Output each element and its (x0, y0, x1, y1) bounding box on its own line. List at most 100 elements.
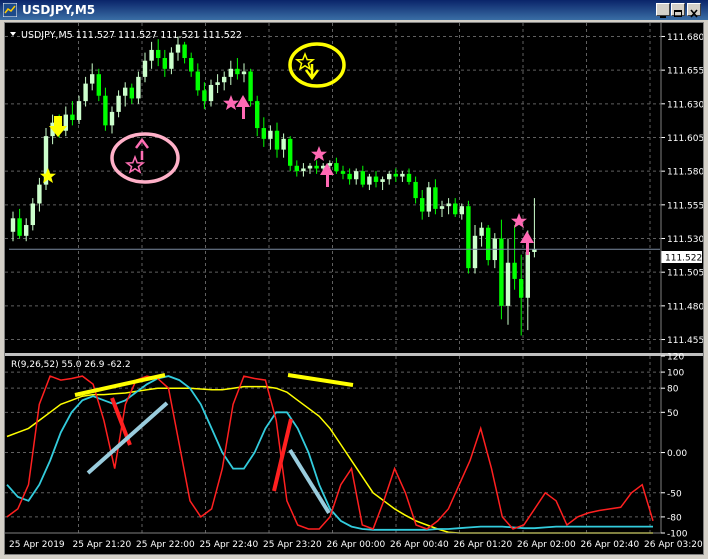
time-tick-label: 26 Apr 02:00 (517, 540, 576, 550)
pink-star-icon-2 (311, 146, 327, 161)
candle-body (340, 171, 346, 174)
indicator-tick-label: 50 (667, 409, 679, 419)
candle-body (169, 52, 174, 69)
candle-body (294, 165, 299, 172)
price-grid (5, 23, 661, 353)
price-tick-label: 111.605 (667, 134, 703, 144)
panel-separator[interactable] (5, 353, 703, 356)
panel-menu-triangle-icon[interactable] (10, 32, 16, 36)
yellow-star-outline-icon (294, 51, 316, 71)
price-tick-label: 111.530 (667, 235, 703, 245)
pink-star-icon (223, 95, 239, 110)
candle-body (519, 278, 524, 298)
candle-body (268, 130, 273, 139)
indicator-axis: 120 100 80 50 0.00 -50 -80 -100 (661, 353, 688, 540)
candle-body (499, 238, 504, 306)
indicator-panel[interactable]: R(9,26,52) 55.0 26.9 -62.2 120 100 80 50 0.0… (5, 353, 688, 540)
lightblue-trend-line-2 (288, 448, 331, 515)
candle-body (281, 138, 286, 150)
candle-body (301, 168, 306, 172)
candle-body (228, 68, 233, 77)
yellow-down-arrow-outline-icon (305, 64, 319, 81)
candle-body (387, 173, 392, 180)
candle-body (334, 163, 339, 172)
candle-body (393, 173, 398, 177)
candle-body (248, 71, 253, 102)
candle-body (307, 165, 313, 169)
candle-body (413, 181, 418, 199)
minimize-icon (660, 16, 666, 18)
close-button[interactable] (687, 3, 701, 18)
candle-body (420, 198, 425, 212)
candle-body (288, 138, 293, 166)
indicator-tick-label: 120 (667, 353, 684, 363)
candle-body (472, 235, 478, 269)
indicator-tick-label: -80 (667, 513, 682, 523)
pink-star-icon-3 (511, 213, 527, 228)
candle-body (103, 95, 108, 126)
candle-body (255, 101, 260, 129)
candle-body (380, 179, 385, 182)
candle-body (83, 83, 88, 102)
candle-body (123, 87, 128, 96)
candle-body (367, 176, 372, 185)
price-tick-label: 111.455 (667, 336, 703, 346)
candle-body (400, 173, 405, 177)
time-tick-label: 25 Apr 23:20 (263, 540, 322, 550)
chart-app-icon (3, 3, 17, 17)
time-tick-label: 26 Apr 00:40 (390, 540, 449, 550)
candle-body (512, 262, 517, 279)
candle-body (208, 84, 214, 102)
candle-body (149, 49, 154, 61)
candle-body (354, 171, 359, 180)
candle-body (156, 49, 161, 59)
price-tick-label: 111.580 (667, 168, 703, 178)
current-price-label: 111.522 (665, 254, 702, 264)
candle-body (76, 101, 82, 120)
candle-body (314, 165, 319, 169)
time-tick-label: 25 Apr 22:40 (200, 540, 259, 550)
time-tick-label: 26 Apr 01:20 (454, 540, 513, 550)
window-titlebar: USDJPY,M5 (0, 0, 708, 20)
restore-button[interactable] (671, 3, 685, 17)
candle-body (222, 76, 227, 83)
candle-body (129, 87, 134, 99)
candle-body (189, 58, 194, 72)
pink-circle-highlight (110, 132, 180, 184)
chart-canvas[interactable]: USDJPY,M5 111.527 111.527 111.521 111.52… (5, 23, 703, 554)
candle-body (479, 227, 484, 236)
minimize-button[interactable] (656, 3, 670, 18)
red-trend-line-2 (272, 418, 293, 492)
current-price-badge: 111.522 (661, 251, 702, 264)
time-tick-label: 25 Apr 2019 (9, 540, 65, 550)
candle-body (241, 71, 247, 75)
candle-body (37, 184, 42, 204)
price-tick-label: 111.630 (667, 100, 703, 110)
time-tick-label: 25 Apr 21:20 (73, 540, 132, 550)
chart-window[interactable]: USDJPY,M5 111.527 111.527 111.521 111.52… (4, 22, 704, 555)
candle-body (215, 82, 220, 85)
candle-body (182, 44, 187, 59)
price-tick-label: 111.505 (667, 269, 703, 279)
close-icon (690, 9, 698, 18)
candle-body (347, 173, 352, 180)
time-axis: 25 Apr 2019 25 Apr 21:20 25 Apr 22:00 25 Ap… (9, 540, 703, 550)
candle-body (235, 68, 240, 75)
candle-body (142, 60, 148, 77)
price-panel[interactable]: USDJPY,M5 111.527 111.527 111.521 111.52… (5, 23, 703, 353)
time-tick-label: 25 Apr 22:00 (136, 540, 195, 550)
candle-body (195, 71, 200, 91)
candle-body (433, 187, 438, 209)
candle-body (116, 95, 121, 112)
candle-body (162, 58, 167, 69)
candle-body (202, 90, 207, 102)
candle-body (10, 218, 16, 232)
candle-body (373, 176, 379, 182)
candle-body (175, 44, 181, 53)
candle-body (261, 128, 266, 139)
price-tick-label: 111.655 (667, 67, 703, 77)
indicator-panel-header: R(9,26,52) 55.0 26.9 -62.2 (11, 360, 131, 370)
candle-body (505, 262, 511, 306)
yellow-circle-highlight (288, 42, 346, 88)
indicator-tick-label: 100 (667, 369, 684, 379)
